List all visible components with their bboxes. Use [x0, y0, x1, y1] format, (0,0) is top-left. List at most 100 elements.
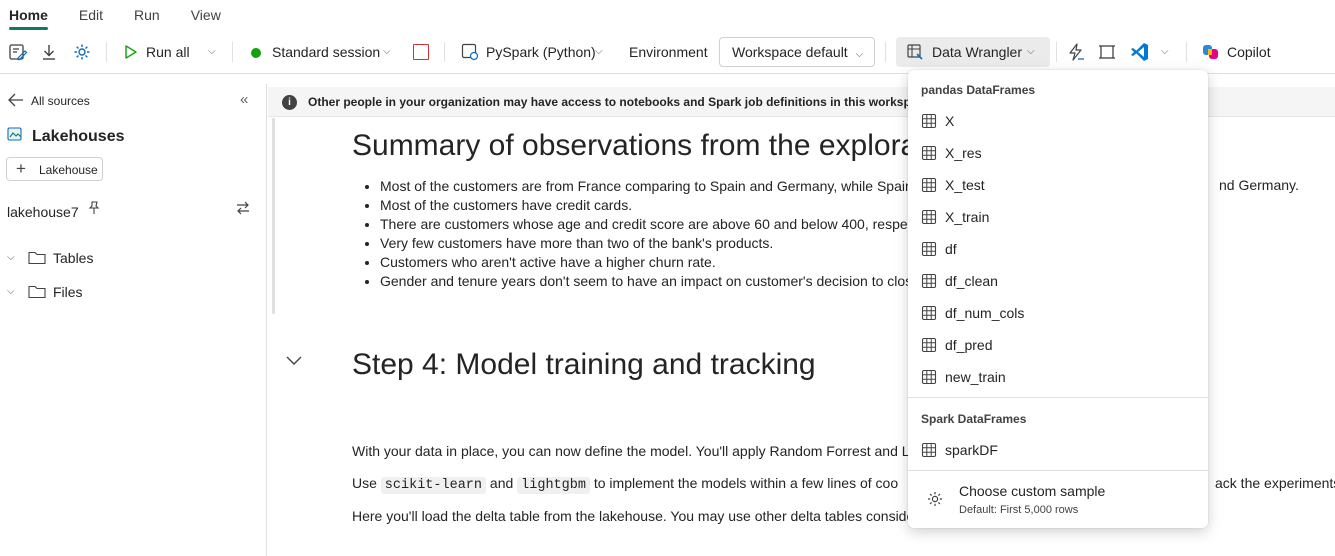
- chevron-down-icon[interactable]: ⌵: [208, 46, 216, 57]
- download-icon[interactable]: [38, 41, 60, 63]
- table-icon: [921, 369, 937, 385]
- all-sources-link[interactable]: All sources: [31, 94, 90, 108]
- pin-icon[interactable]: [87, 201, 101, 218]
- lakehouse-name[interactable]: lakehouse7: [7, 204, 79, 220]
- back-arrow-icon[interactable]: [8, 93, 24, 110]
- dataframe-menu-item[interactable]: new_train: [921, 362, 1195, 392]
- table-icon: [921, 241, 937, 257]
- panel-title: Lakehouses: [32, 128, 125, 145]
- table-icon: [921, 177, 937, 193]
- toolbar: Run all ⌵ Standard session ⌵ PySpark (Py…: [0, 30, 1335, 74]
- data-wrangler-icon: [906, 43, 924, 64]
- language-selector[interactable]: PySpark (Python): [486, 44, 596, 60]
- paragraph-model-intro: With your data in place, you can now def…: [352, 443, 910, 459]
- environment-label: Environment: [629, 44, 708, 60]
- copilot-button[interactable]: Copilot: [1227, 44, 1271, 60]
- dataframe-name: df_clean: [945, 273, 998, 289]
- table-icon: [921, 305, 937, 321]
- list-item: Customers who aren't active have a highe…: [380, 253, 919, 272]
- vscode-icon[interactable]: [1128, 41, 1150, 63]
- table-icon: [921, 442, 937, 458]
- table-icon: [921, 113, 937, 129]
- notebook-settings-icon[interactable]: [7, 41, 29, 63]
- dataframe-menu-item[interactable]: df_pred: [921, 330, 1195, 360]
- collapse-section-icon[interactable]: [285, 354, 303, 370]
- dataframe-name: df: [945, 241, 957, 257]
- dataframe-name: sparkDF: [945, 442, 998, 458]
- paragraph-libraries: Use scikit-learn and lightgbm to impleme…: [352, 475, 899, 494]
- lightning-icon[interactable]: [1065, 41, 1087, 63]
- gear-icon: [926, 490, 944, 511]
- chevron-down-icon[interactable]: ⌵: [7, 252, 15, 263]
- copilot-icon[interactable]: [1200, 41, 1222, 63]
- run-all-button[interactable]: Run all: [146, 44, 190, 60]
- tree-item-files[interactable]: Files: [53, 284, 83, 300]
- toolbar-divider: [444, 42, 445, 62]
- custom-sample-title: Choose custom sample: [959, 483, 1106, 499]
- table-icon: [921, 209, 937, 225]
- dataframe-name: X_test: [945, 177, 985, 193]
- dataframe-menu-item[interactable]: X: [921, 106, 1195, 136]
- dataframe-menu-item[interactable]: X_test: [921, 170, 1195, 200]
- switch-icon[interactable]: [235, 201, 251, 218]
- tab-view[interactable]: View: [191, 7, 221, 30]
- dataframe-name: X_res: [945, 145, 982, 161]
- info-banner-text: Other people in your organization may ha…: [308, 95, 931, 109]
- dataframe-menu-item[interactable]: df_clean: [921, 266, 1195, 296]
- session-selector[interactable]: Standard session: [272, 44, 380, 60]
- dataframe-menu-item[interactable]: X_res: [921, 138, 1195, 168]
- heading-step4: Step 4: Model training and tracking: [352, 348, 816, 381]
- toolbar-divider: [1056, 42, 1057, 62]
- chevron-down-icon: ⌵: [1027, 46, 1035, 57]
- table-icon: [921, 337, 937, 353]
- table-icon: [921, 145, 937, 161]
- chevron-down-icon[interactable]: ⌵: [383, 46, 391, 57]
- heading-summary: Summary of observations from the explora…: [352, 129, 968, 162]
- play-icon[interactable]: [119, 41, 141, 63]
- paragraph-text: to implement the models within a few lin…: [593, 475, 899, 491]
- menu-section-header: pandas DataFrames: [921, 83, 1036, 97]
- paragraph-text: and: [489, 475, 514, 491]
- observations-list: Most of the customers are from France co…: [380, 177, 919, 291]
- list-item-overflow-text: nd Germany.: [1219, 177, 1299, 193]
- tree-item-tables[interactable]: Tables: [53, 250, 93, 266]
- chevron-down-icon[interactable]: ⌵: [595, 46, 603, 57]
- tab-run[interactable]: Run: [134, 7, 160, 30]
- collapse-panel-icon[interactable]: «: [240, 91, 248, 108]
- add-lakehouse-button[interactable]: + Lakehouse: [6, 157, 103, 181]
- chevron-down-icon[interactable]: ⌵: [7, 286, 15, 297]
- folder-icon: [28, 250, 46, 268]
- menu-section-header: Spark DataFrames: [921, 412, 1027, 426]
- dataframe-menu-item[interactable]: X_train: [921, 202, 1195, 232]
- chevron-down-icon: ⌵: [855, 49, 864, 60]
- session-status-dot: [251, 48, 261, 58]
- menu-divider: [908, 397, 1208, 398]
- language-icon[interactable]: [459, 41, 481, 63]
- data-wrangler-label: Data Wrangler: [932, 44, 1023, 60]
- environment-value: Workspace default: [732, 44, 848, 60]
- data-wrangler-menu: pandas DataFrames X X_res X_test X_traindf d…: [908, 70, 1208, 528]
- dataframe-name: X_train: [945, 209, 990, 225]
- tab-home[interactable]: Home: [9, 7, 48, 30]
- stop-session-icon[interactable]: [413, 44, 429, 60]
- dataframe-menu-item[interactable]: df_num_cols: [921, 298, 1195, 328]
- table-icon: [921, 273, 937, 289]
- lakehouse-icon: [7, 126, 23, 145]
- tab-edit[interactable]: Edit: [79, 7, 103, 30]
- environment-select[interactable]: Workspace default ⌵: [719, 37, 875, 67]
- data-wrangler-button[interactable]: Data Wrangler ⌵: [896, 37, 1050, 67]
- chevron-down-icon[interactable]: ⌵: [1161, 46, 1169, 57]
- dataframe-menu-item[interactable]: df: [921, 234, 1195, 264]
- list-item: There are customers whose age and credit…: [380, 215, 919, 234]
- toolbar-divider: [232, 42, 233, 62]
- list-item: Very few customers have more than two of…: [380, 234, 919, 253]
- list-item: Most of the customers are from France co…: [380, 177, 919, 196]
- add-lakehouse-label: Lakehouse: [39, 163, 98, 177]
- folder-icon: [28, 284, 46, 302]
- ribbon-tabs: Home Edit Run View: [0, 0, 1335, 30]
- dataframe-menu-item[interactable]: sparkDF: [921, 435, 1195, 465]
- gear-icon[interactable]: [71, 41, 93, 63]
- toolbar-divider: [1186, 42, 1187, 62]
- frame-icon[interactable]: [1096, 41, 1118, 63]
- dataframe-name: df_num_cols: [945, 305, 1025, 321]
